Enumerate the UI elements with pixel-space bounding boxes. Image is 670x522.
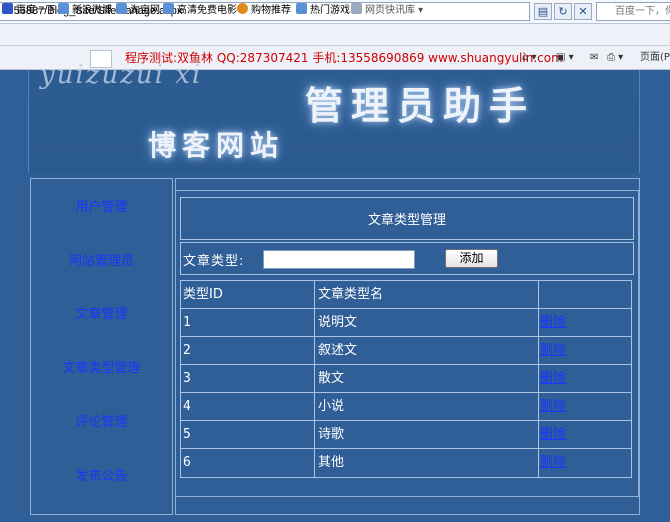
delete-link[interactable]: 删除: [540, 341, 566, 361]
row-divider: [180, 420, 632, 421]
delete-link[interactable]: 删除: [540, 313, 566, 333]
ie-page-icon: [296, 3, 307, 14]
cell-name: 小说: [318, 399, 345, 414]
row-divider: [180, 392, 632, 393]
shopping-icon: [237, 3, 248, 14]
baidu-icon: [2, 3, 13, 14]
home-icon[interactable]: ⌂ ▾: [522, 50, 537, 66]
fav-item-weibo[interactable]: 新浪微博: [58, 3, 112, 19]
cell-id: 5: [183, 427, 191, 442]
fav-item-movies[interactable]: 高清免费电影: [163, 3, 237, 19]
sidebar-item-users[interactable]: 用户管理: [30, 198, 173, 218]
cell-id: 2: [183, 343, 191, 358]
fav-item-taobao[interactable]: 淘宝网: [116, 3, 160, 19]
sidebar: [30, 178, 173, 515]
print-icon[interactable]: ⎙ ▾: [607, 50, 623, 66]
fav-label: 购物推荐: [251, 5, 291, 16]
page-menu[interactable]: 页面(P: [640, 50, 670, 66]
type-label: 文章类型:: [183, 254, 245, 269]
fav-item-shopping[interactable]: 购物推荐: [237, 3, 291, 19]
banner-script-text: yuizuzui xi: [40, 60, 203, 90]
delete-link[interactable]: 删除: [540, 397, 566, 417]
sidebar-item-articles[interactable]: 文章管理: [30, 305, 173, 325]
cell-name: 说明文: [318, 315, 358, 330]
sidebar-item-article-types[interactable]: 文章类型管理: [30, 359, 173, 379]
fav-item-webslice[interactable]: 网页快讯库 ▾: [351, 3, 423, 19]
row-divider: [180, 308, 632, 309]
type-name-input[interactable]: [263, 250, 415, 269]
stop-icon[interactable]: ✕: [574, 3, 592, 20]
refresh-icon[interactable]: ↻: [554, 3, 572, 20]
sidebar-item-announcements[interactable]: 发布公告: [30, 467, 173, 487]
sidebar-item-comments[interactable]: 评论管理: [30, 413, 173, 433]
sidebar-item-admins[interactable]: 网站管理员: [30, 252, 173, 272]
column-header-name: 文章类型名: [318, 287, 384, 302]
cell-name: 其他: [318, 455, 345, 470]
search-input[interactable]: 百度一下，你: [596, 2, 670, 21]
ie-page-icon: [163, 3, 174, 14]
fav-label: 百度一下: [16, 5, 56, 16]
fav-item-games[interactable]: 热门游戏: [296, 3, 350, 19]
banner-subtitle: 博客网站: [148, 129, 285, 162]
favorites-bar: [0, 24, 670, 46]
cell-name: 散文: [318, 371, 345, 386]
fav-label: 高清免费电影: [177, 5, 237, 16]
cell-name: 叙述文: [318, 343, 358, 358]
fav-label: 淘宝网: [130, 5, 160, 16]
fav-label: 新浪微博: [72, 5, 112, 16]
delete-link[interactable]: 删除: [540, 425, 566, 445]
cell-id: 4: [183, 399, 191, 414]
delete-link[interactable]: 删除: [540, 369, 566, 389]
banner-title: 管理员助手: [305, 83, 536, 128]
cell-name: 诗歌: [318, 427, 345, 442]
ie-page-icon: [116, 3, 127, 14]
feeds-icon[interactable]: ▣ ▾: [556, 50, 574, 66]
row-divider: [180, 364, 632, 365]
row-divider: [180, 448, 632, 449]
page-title: 文章类型管理: [367, 213, 446, 228]
fav-label: 网页快讯库: [365, 5, 415, 16]
cell-id: 1: [183, 315, 191, 330]
web-slice-icon: [351, 3, 362, 14]
row-divider: [180, 336, 632, 337]
delete-link[interactable]: 删除: [540, 453, 566, 473]
ie-page-icon: [58, 3, 69, 14]
fav-item-baidu[interactable]: 百度一下: [2, 3, 56, 19]
compat-view-icon[interactable]: ▤: [534, 3, 552, 20]
cell-id: 6: [183, 455, 191, 470]
add-button[interactable]: 添加: [445, 249, 498, 268]
cell-id: 3: [183, 371, 191, 386]
column-header-id: 类型ID: [183, 287, 223, 302]
fav-label: 热门游戏: [310, 5, 350, 16]
mail-icon[interactable]: ✉: [590, 50, 598, 66]
